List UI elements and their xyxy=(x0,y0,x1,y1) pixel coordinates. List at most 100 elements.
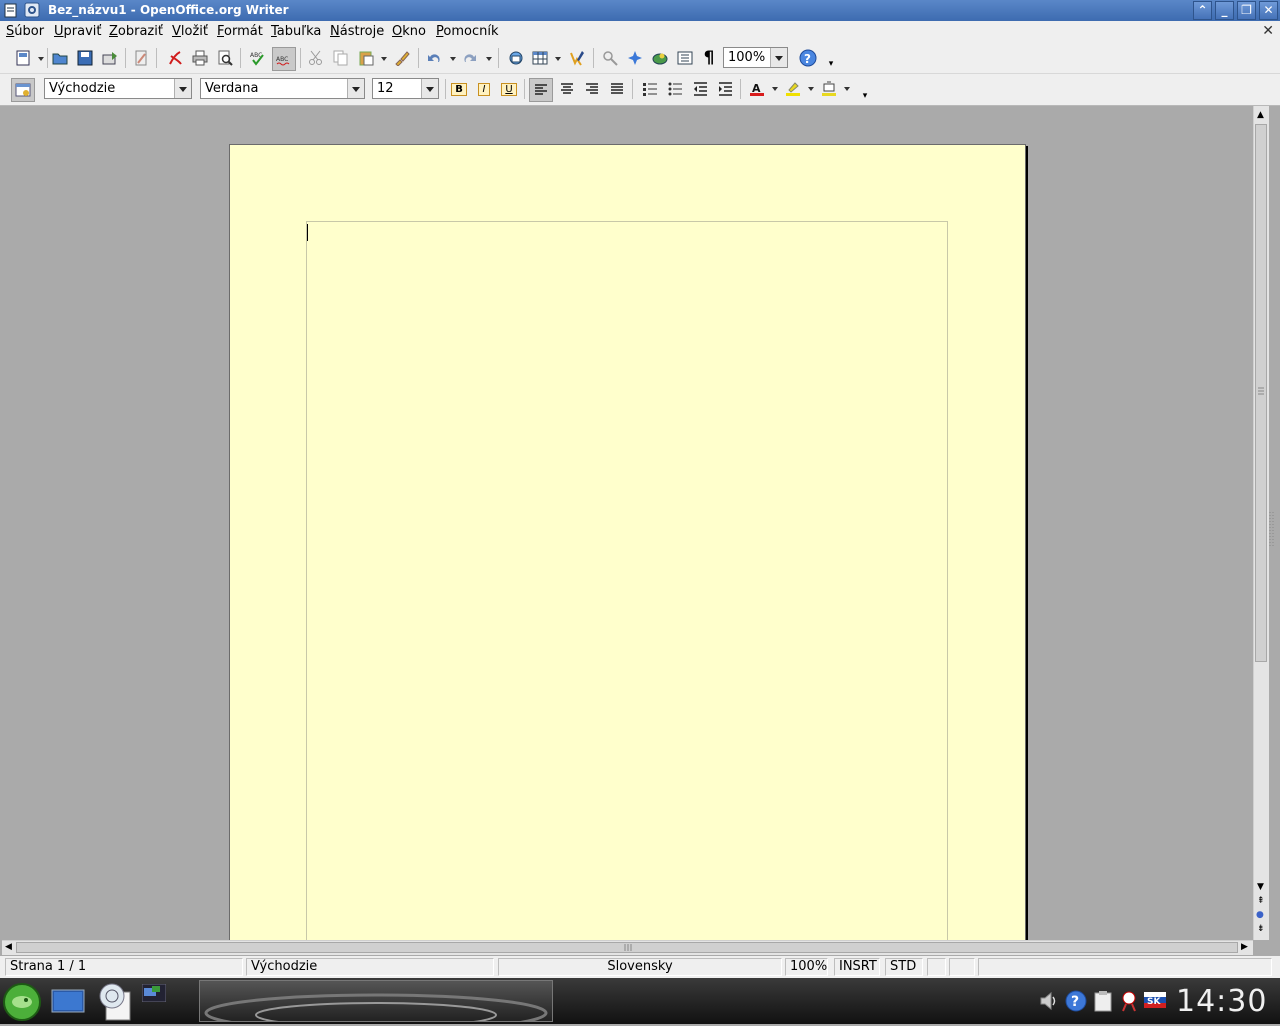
new-dropdown-icon[interactable] xyxy=(38,57,44,61)
text-boundaries[interactable] xyxy=(306,221,948,940)
bold-button[interactable]: B xyxy=(449,79,469,99)
font-color-dropdown-icon[interactable] xyxy=(772,87,778,91)
vertical-scroll-thumb[interactable] xyxy=(1255,124,1267,662)
font-size-combo[interactable]: 12 xyxy=(372,78,439,99)
background-color-button[interactable] xyxy=(819,79,839,99)
keyboard-layout-button[interactable]: SK xyxy=(1144,992,1166,1008)
background-color-dropdown-icon[interactable] xyxy=(844,87,850,91)
next-page-icon[interactable]: ⇟ xyxy=(1257,924,1265,934)
selection-mode-indicator[interactable]: STD xyxy=(885,958,923,976)
font-name-combo[interactable]: Verdana xyxy=(200,78,365,99)
pager-button[interactable] xyxy=(141,983,167,1003)
menu-format[interactable]: Formát xyxy=(217,24,263,39)
clipboard-button[interactable] xyxy=(1092,990,1114,1012)
scroll-up-icon[interactable]: ▲ xyxy=(1257,110,1264,120)
clone-formatting-button[interactable] xyxy=(392,48,412,68)
chevron-down-icon[interactable] xyxy=(174,79,191,98)
updater-button[interactable] xyxy=(1118,990,1140,1012)
hyperlink-button[interactable] xyxy=(506,48,526,68)
highlighting-button[interactable] xyxy=(783,79,803,99)
previous-page-icon[interactable]: ⇞ xyxy=(1257,896,1265,906)
justify-button[interactable] xyxy=(607,79,627,99)
menu-file[interactable]: Súbor xyxy=(6,24,44,39)
navigation-icon[interactable]: ● xyxy=(1256,910,1264,920)
show-draw-functions-button[interactable] xyxy=(567,48,587,68)
numbering-button[interactable] xyxy=(640,79,660,99)
redo-button[interactable] xyxy=(460,48,480,68)
horizontal-scrollbar[interactable]: ◀ ▶ xyxy=(2,940,1253,955)
page-indicator[interactable]: Strana 1 / 1 xyxy=(5,958,243,976)
page-style-indicator[interactable]: Východzie xyxy=(246,958,494,976)
navigator-button[interactable] xyxy=(625,48,645,68)
chevron-down-icon[interactable] xyxy=(421,79,438,98)
save-button[interactable] xyxy=(75,48,95,68)
toolbar-overflow-button[interactable]: ▾ xyxy=(824,48,838,69)
menu-view[interactable]: Zobraziť xyxy=(109,24,163,39)
show-desktop-button[interactable] xyxy=(50,986,86,1018)
decrease-indent-button[interactable] xyxy=(690,79,710,99)
align-left-button[interactable] xyxy=(529,78,553,102)
window-menu-icon[interactable] xyxy=(24,2,40,18)
spellcheck-button[interactable]: ABC xyxy=(248,48,268,68)
bullets-button[interactable] xyxy=(665,79,685,99)
zoom-combo[interactable]: 100% xyxy=(723,47,788,68)
toolbar-overflow-button-2[interactable]: ▾ xyxy=(858,79,872,101)
taskbar-window-writer[interactable] xyxy=(199,980,553,1022)
sidebar-splitter[interactable] xyxy=(1269,510,1279,548)
copy-button[interactable] xyxy=(331,48,351,68)
document-area[interactable] xyxy=(2,106,1253,940)
gallery-button[interactable] xyxy=(650,48,670,68)
export-pdf-button[interactable] xyxy=(165,48,185,68)
language-indicator[interactable]: Slovensky xyxy=(498,958,782,976)
minimize-button[interactable]: _ xyxy=(1215,1,1234,20)
underline-button[interactable]: U xyxy=(499,79,519,99)
increase-indent-button[interactable] xyxy=(715,79,735,99)
menu-help[interactable]: Pomocník xyxy=(436,24,499,39)
autospellcheck-button[interactable]: ABC xyxy=(272,47,296,71)
close-document-icon[interactable]: ✕ xyxy=(1262,23,1274,39)
document-page[interactable] xyxy=(229,144,1026,940)
redo-dropdown-icon[interactable] xyxy=(486,57,492,61)
app-menu-icon[interactable] xyxy=(3,2,19,18)
chevron-down-icon[interactable] xyxy=(770,48,787,67)
styles-formatting-button[interactable] xyxy=(11,78,35,102)
edit-file-button[interactable] xyxy=(131,48,151,68)
insert-mode-indicator[interactable]: INSRT xyxy=(834,958,880,976)
help-button[interactable]: ? xyxy=(798,48,818,68)
menu-tools[interactable]: Nástroje xyxy=(330,24,384,39)
table-dropdown-icon[interactable] xyxy=(555,57,561,61)
vertical-scrollbar[interactable]: ▲ ▼ ⇞ ● ⇟ xyxy=(1253,106,1269,940)
scroll-left-icon[interactable]: ◀ xyxy=(5,942,12,952)
align-right-button[interactable] xyxy=(582,79,602,99)
cut-button[interactable] xyxy=(306,48,326,68)
menu-edit[interactable]: Upraviť xyxy=(54,24,101,39)
italic-button[interactable]: I xyxy=(474,79,494,99)
highlighting-dropdown-icon[interactable] xyxy=(808,87,814,91)
file-manager-button[interactable] xyxy=(96,982,136,1022)
menu-table[interactable]: Tabuľka xyxy=(271,24,321,39)
menu-window[interactable]: Okno xyxy=(392,24,426,39)
print-preview-button[interactable] xyxy=(215,48,235,68)
paste-button[interactable] xyxy=(356,48,376,68)
chevron-down-icon[interactable] xyxy=(347,79,364,98)
font-color-button[interactable]: A xyxy=(747,79,767,99)
horizontal-scroll-thumb[interactable] xyxy=(16,942,1238,953)
close-button[interactable]: ✕ xyxy=(1259,1,1278,20)
email-button[interactable] xyxy=(100,48,120,68)
open-button[interactable] xyxy=(50,48,70,68)
formatting-marks-button[interactable]: ¶ xyxy=(699,48,719,68)
volume-button[interactable] xyxy=(1038,990,1060,1012)
document-modified-indicator[interactable] xyxy=(949,958,975,976)
shade-up-button[interactable]: ⌃ xyxy=(1193,1,1212,20)
new-document-button[interactable] xyxy=(13,48,33,68)
undo-dropdown-icon[interactable] xyxy=(450,57,456,61)
undo-button[interactable] xyxy=(424,48,444,68)
start-menu-button[interactable] xyxy=(2,982,42,1022)
help-tray-button[interactable]: ? xyxy=(1065,990,1087,1012)
restore-button[interactable]: ❐ xyxy=(1237,1,1256,20)
hyperlink-mode-indicator[interactable] xyxy=(927,958,946,976)
clock[interactable]: 14:30 xyxy=(1176,984,1267,1019)
zoom-indicator[interactable]: 100% xyxy=(785,958,828,976)
paragraph-style-combo[interactable]: Východzie xyxy=(44,78,192,99)
find-replace-button[interactable] xyxy=(600,48,620,68)
